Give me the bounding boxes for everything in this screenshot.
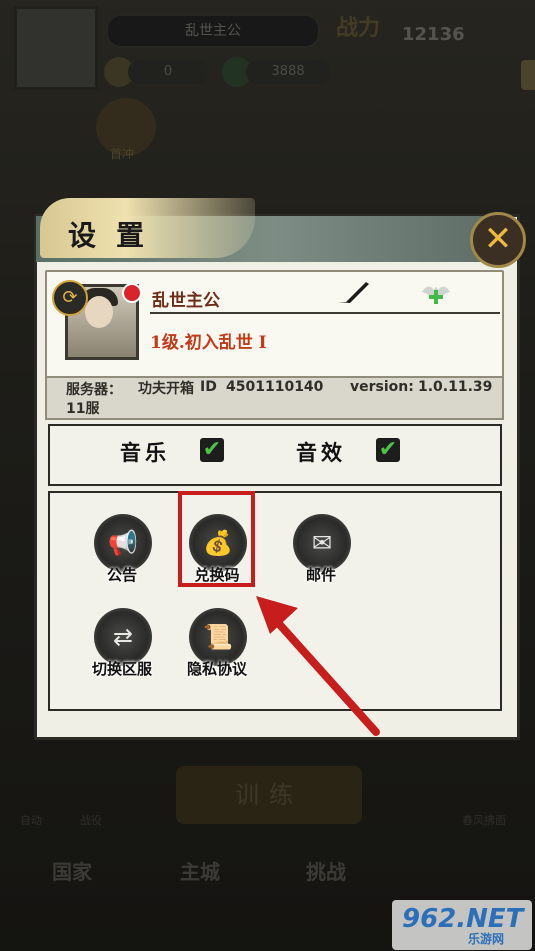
avatar-face bbox=[85, 296, 113, 328]
sfx-checkbox[interactable]: ✔ bbox=[376, 438, 400, 462]
switch-server-label: 切换区服 bbox=[91, 660, 152, 678]
switch-server-button[interactable]: ⇄ 切换区服 bbox=[77, 608, 167, 708]
id-value: 4501110140 bbox=[226, 379, 324, 395]
version-value: 1.0.11.39 bbox=[418, 379, 493, 395]
checkmark-icon: ✔ bbox=[202, 437, 222, 462]
privacy-button[interactable]: 📜 隐私协议 bbox=[172, 608, 262, 708]
id-label: ID bbox=[200, 379, 217, 395]
profile-name: 乱世主公 bbox=[152, 291, 220, 311]
add-friend-icon[interactable] bbox=[418, 280, 454, 310]
version-label: version: bbox=[350, 379, 414, 395]
announcement-label: 公告 bbox=[106, 566, 137, 584]
refresh-icon[interactable]: ⟳ bbox=[52, 280, 88, 316]
audio-settings-box bbox=[48, 424, 502, 486]
brush-edit-icon[interactable] bbox=[336, 280, 372, 306]
close-icon[interactable]: ✕ bbox=[470, 212, 526, 268]
dialog-title: 设置 bbox=[68, 219, 165, 252]
watermark-sub: 乐游网 bbox=[468, 932, 505, 946]
notification-dot bbox=[122, 283, 142, 303]
music-label: 音乐 bbox=[120, 440, 170, 465]
announcement-button[interactable]: 📢 公告 bbox=[77, 514, 167, 614]
sfx-label: 音效 bbox=[296, 440, 346, 465]
highlight-box bbox=[178, 491, 255, 587]
music-checkbox[interactable]: ✔ bbox=[200, 438, 224, 462]
name-underline bbox=[150, 312, 500, 314]
mail-label: 邮件 bbox=[305, 566, 336, 584]
checkmark-icon: ✔ bbox=[378, 437, 398, 462]
pointer-arrow-icon bbox=[256, 596, 380, 736]
watermark-text: 962.NET bbox=[402, 904, 524, 934]
privacy-label: 隐私协议 bbox=[186, 660, 247, 678]
server-value: 功夫开箱11服 bbox=[66, 381, 194, 417]
player-level: 1级.初入乱世 I bbox=[150, 333, 267, 353]
